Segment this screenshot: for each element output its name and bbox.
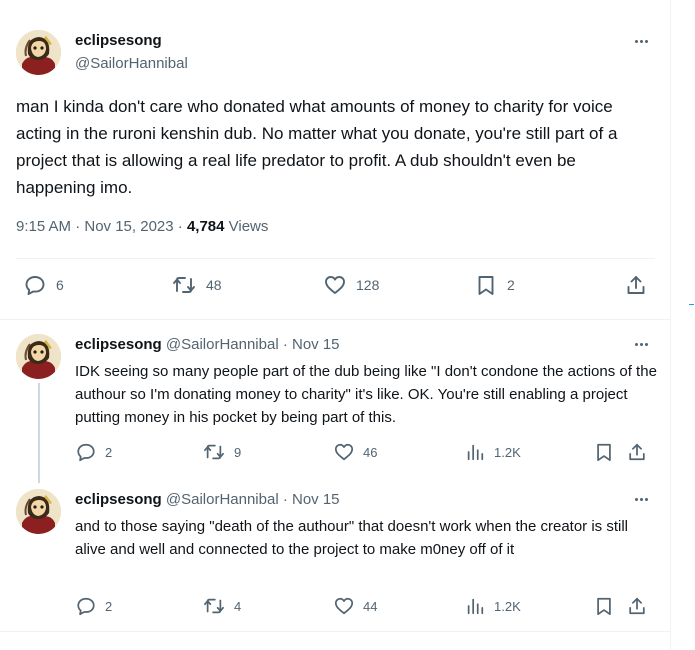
- views-icon: [467, 598, 484, 615]
- reply-count: 2: [105, 598, 113, 614]
- bookmark-count: 2: [507, 277, 515, 293]
- thread-line: [38, 383, 40, 483]
- share-icon: [629, 443, 645, 461]
- more-icon[interactable]: [631, 31, 651, 51]
- reply-text: and to those saying "death of the authou…: [75, 518, 629, 558]
- views-button[interactable]: 1.2K: [465, 442, 521, 462]
- bookmark-icon: [597, 443, 611, 462]
- reply-icon: [77, 443, 95, 462]
- display-name[interactable]: eclipsesong: [75, 336, 162, 353]
- bookmark-button[interactable]: 2: [475, 274, 515, 296]
- like-button[interactable]: 44: [334, 596, 377, 616]
- repost-icon: [173, 277, 195, 293]
- more-icon[interactable]: [631, 489, 651, 509]
- views-count: 4,784: [186, 218, 225, 235]
- handle[interactable]: @SailorHannibal: [166, 336, 279, 353]
- repost-button[interactable]: 4: [203, 596, 241, 616]
- reply-text: IDK seeing so many people part of the du…: [75, 363, 657, 426]
- main-tweet: eclipsesong @SailorHannibal man I kinda …: [0, 0, 671, 320]
- views-label: Views: [224, 218, 269, 235]
- repost-button[interactable]: 48: [172, 274, 222, 296]
- bookmark-icon: [478, 276, 494, 295]
- timeline-column: eclipsesong @SailorHannibal man I kinda …: [0, 0, 671, 650]
- share-button[interactable]: [627, 596, 647, 616]
- more-icon[interactable]: [631, 334, 651, 354]
- repost-icon: [204, 444, 224, 460]
- like-icon: [334, 597, 354, 615]
- avatar[interactable]: [16, 489, 61, 534]
- repost-count: 9: [234, 444, 242, 460]
- bookmark-icon: [597, 597, 611, 616]
- reply-button[interactable]: 6: [24, 274, 64, 296]
- like-count: 128: [356, 277, 380, 293]
- tweet-meta: 9:15 AM · Nov 15, 2023 · 4,784 Views: [16, 218, 268, 235]
- share-icon: [629, 597, 645, 615]
- reply-header: eclipsesong @SailorHannibal · Nov 15: [75, 491, 340, 508]
- views-count: 1.2K: [494, 598, 521, 614]
- reply-count: 6: [56, 277, 64, 293]
- avatar[interactable]: [16, 334, 61, 379]
- reply-date[interactable]: · Nov 15: [279, 491, 340, 508]
- handle[interactable]: @SailorHannibal: [75, 55, 188, 72]
- display-name[interactable]: eclipsesong: [75, 491, 162, 508]
- tweet-text: man I kinda don't care who donated what …: [16, 97, 618, 197]
- bookmark-button[interactable]: [594, 596, 614, 616]
- reply-count: 2: [105, 444, 113, 460]
- like-icon: [325, 276, 345, 294]
- reply-date[interactable]: · Nov 15: [279, 336, 340, 353]
- like-count: 46: [363, 444, 378, 460]
- repost-count: 48: [206, 277, 222, 293]
- views-button[interactable]: 1.2K: [465, 596, 521, 616]
- display-name[interactable]: eclipsesong: [75, 32, 162, 49]
- like-button[interactable]: 46: [334, 442, 377, 462]
- focus-indicator: [689, 304, 694, 305]
- reply-icon: [77, 597, 95, 616]
- reply-button[interactable]: 2: [76, 596, 112, 616]
- views-count: 1.2K: [494, 444, 521, 460]
- repost-button[interactable]: 9: [203, 442, 241, 462]
- tweet-actions: 6 48 128 2: [0, 270, 671, 300]
- reply-tweet[interactable]: eclipsesong @SailorHannibal · Nov 15 IDK…: [0, 320, 671, 483]
- tweet-time[interactable]: 9:15 AM · Nov 15, 2023 ·: [16, 218, 187, 235]
- share-button[interactable]: [625, 274, 647, 296]
- repost-icon: [204, 598, 224, 614]
- share-button[interactable]: [627, 442, 647, 462]
- reply-tweet[interactable]: eclipsesong @SailorHannibal · Nov 15 and…: [0, 475, 671, 632]
- avatar[interactable]: [16, 30, 61, 75]
- views-icon: [467, 444, 484, 461]
- divider: [16, 258, 655, 259]
- repost-count: 4: [234, 598, 242, 614]
- handle[interactable]: @SailorHannibal: [166, 491, 279, 508]
- reply-icon: [25, 276, 45, 295]
- like-button[interactable]: 128: [324, 274, 379, 296]
- like-icon: [334, 443, 354, 461]
- reply-header: eclipsesong @SailorHannibal · Nov 15: [75, 336, 340, 353]
- reply-button[interactable]: 2: [76, 442, 112, 462]
- share-icon: [627, 276, 645, 294]
- like-count: 44: [363, 598, 378, 614]
- bookmark-button[interactable]: [594, 442, 614, 462]
